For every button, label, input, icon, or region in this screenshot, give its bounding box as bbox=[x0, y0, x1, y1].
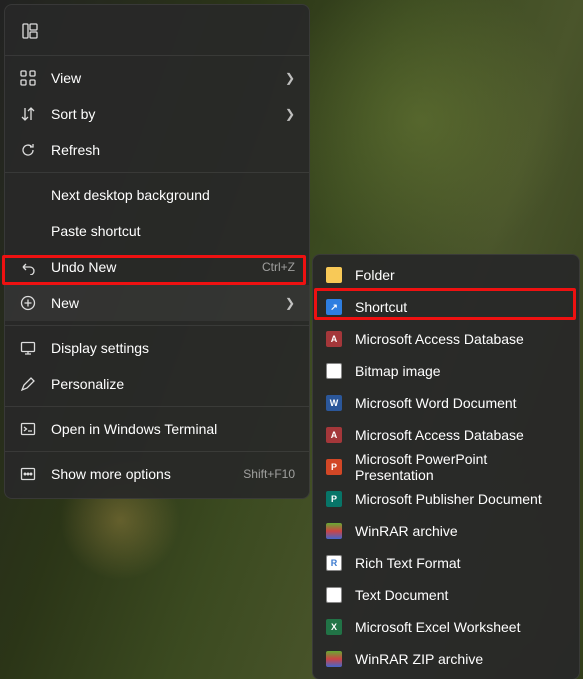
menu-label: Refresh bbox=[51, 142, 295, 158]
submenu-label: Microsoft Access Database bbox=[355, 331, 567, 347]
publisher-icon: P bbox=[325, 490, 343, 508]
desktop-context-menu: View ❯ Sort by ❯ Refresh Next desktop bbox=[4, 4, 310, 499]
menu-item-open-terminal[interactable]: Open in Windows Terminal bbox=[5, 411, 309, 447]
refresh-icon bbox=[19, 141, 37, 159]
submenu-item-text[interactable]: Text Document bbox=[313, 579, 579, 611]
submenu-label: Text Document bbox=[355, 587, 567, 603]
menu-item-view[interactable]: View ❯ bbox=[5, 60, 309, 96]
blank-icon bbox=[19, 222, 37, 240]
more-options-icon bbox=[19, 465, 37, 483]
rtf-icon: R bbox=[325, 554, 343, 572]
terminal-icon bbox=[19, 420, 37, 438]
submenu-label: Microsoft Excel Worksheet bbox=[355, 619, 567, 635]
submenu-item-folder[interactable]: Folder bbox=[313, 259, 579, 291]
separator bbox=[5, 451, 309, 452]
submenu-label: Microsoft Word Document bbox=[355, 395, 567, 411]
separator bbox=[5, 55, 309, 56]
powerpoint-icon: P bbox=[325, 458, 343, 476]
submenu-item-winrar-zip[interactable]: WinRAR ZIP archive bbox=[313, 643, 579, 675]
submenu-label: Folder bbox=[355, 267, 567, 283]
menu-item-next-background[interactable]: Next desktop background bbox=[5, 177, 309, 213]
menu-label: Display settings bbox=[51, 340, 295, 356]
folder-icon bbox=[325, 266, 343, 284]
chevron-right-icon: ❯ bbox=[285, 71, 295, 85]
separator bbox=[5, 172, 309, 173]
blank-icon bbox=[19, 186, 37, 204]
submenu-item-excel[interactable]: X Microsoft Excel Worksheet bbox=[313, 611, 579, 643]
menu-label: Open in Windows Terminal bbox=[51, 421, 295, 437]
menu-item-show-more[interactable]: Show more options Shift+F10 bbox=[5, 456, 309, 492]
menu-label: Undo New bbox=[51, 259, 248, 275]
sort-icon bbox=[19, 105, 37, 123]
menu-item-sort-by[interactable]: Sort by ❯ bbox=[5, 96, 309, 132]
submenu-item-access2[interactable]: A Microsoft Access Database bbox=[313, 419, 579, 451]
text-icon bbox=[325, 586, 343, 604]
menu-item-personalize[interactable]: Personalize bbox=[5, 366, 309, 402]
submenu-label: Microsoft Access Database bbox=[355, 427, 567, 443]
view-icon bbox=[19, 69, 37, 87]
submenu-label: Bitmap image bbox=[355, 363, 567, 379]
menu-item-undo-new[interactable]: Undo New Ctrl+Z bbox=[5, 249, 309, 285]
layout-options-icon[interactable] bbox=[21, 22, 39, 40]
menu-item-display-settings[interactable]: Display settings bbox=[5, 330, 309, 366]
chevron-right-icon: ❯ bbox=[285, 296, 295, 310]
new-icon bbox=[19, 294, 37, 312]
submenu-item-rtf[interactable]: R Rich Text Format bbox=[313, 547, 579, 579]
submenu-label: Microsoft Publisher Document bbox=[355, 491, 567, 507]
submenu-item-shortcut[interactable]: ↗ Shortcut bbox=[313, 291, 579, 323]
access-icon: A bbox=[325, 330, 343, 348]
submenu-label: Rich Text Format bbox=[355, 555, 567, 571]
menu-accelerator: Shift+F10 bbox=[243, 467, 295, 481]
menu-label: New bbox=[51, 295, 271, 311]
submenu-label: WinRAR ZIP archive bbox=[355, 651, 567, 667]
new-submenu: Folder ↗ Shortcut A Microsoft Access Dat… bbox=[312, 254, 580, 679]
shortcut-icon: ↗ bbox=[325, 298, 343, 316]
menu-item-paste-shortcut[interactable]: Paste shortcut bbox=[5, 213, 309, 249]
bitmap-icon bbox=[325, 362, 343, 380]
submenu-label: Microsoft PowerPoint Presentation bbox=[355, 451, 567, 483]
menu-label: Next desktop background bbox=[51, 187, 295, 203]
access-icon: A bbox=[325, 426, 343, 444]
menu-item-new[interactable]: New ❯ bbox=[5, 285, 309, 321]
submenu-label: WinRAR archive bbox=[355, 523, 567, 539]
display-icon bbox=[19, 339, 37, 357]
undo-icon bbox=[19, 258, 37, 276]
submenu-item-publisher[interactable]: P Microsoft Publisher Document bbox=[313, 483, 579, 515]
separator bbox=[5, 406, 309, 407]
winrar-zip-icon bbox=[325, 650, 343, 668]
submenu-item-access[interactable]: A Microsoft Access Database bbox=[313, 323, 579, 355]
menu-label: Show more options bbox=[51, 466, 229, 482]
menu-item-refresh[interactable]: Refresh bbox=[5, 132, 309, 168]
chevron-right-icon: ❯ bbox=[285, 107, 295, 121]
word-icon: W bbox=[325, 394, 343, 412]
separator bbox=[5, 325, 309, 326]
submenu-item-powerpoint[interactable]: P Microsoft PowerPoint Presentation bbox=[313, 451, 579, 483]
personalize-icon bbox=[19, 375, 37, 393]
submenu-label: Shortcut bbox=[355, 299, 567, 315]
menu-label: Paste shortcut bbox=[51, 223, 295, 239]
desktop-background: { "contextMenu": { "view": "View", "sort… bbox=[0, 0, 583, 679]
submenu-item-bitmap[interactable]: Bitmap image bbox=[313, 355, 579, 387]
excel-icon: X bbox=[325, 618, 343, 636]
menu-label: Personalize bbox=[51, 376, 295, 392]
menu-label: Sort by bbox=[51, 106, 271, 122]
winrar-icon bbox=[325, 522, 343, 540]
menu-accelerator: Ctrl+Z bbox=[262, 260, 295, 274]
submenu-item-winrar[interactable]: WinRAR archive bbox=[313, 515, 579, 547]
submenu-item-word[interactable]: W Microsoft Word Document bbox=[313, 387, 579, 419]
menu-top-row bbox=[5, 11, 309, 51]
menu-label: View bbox=[51, 70, 271, 86]
